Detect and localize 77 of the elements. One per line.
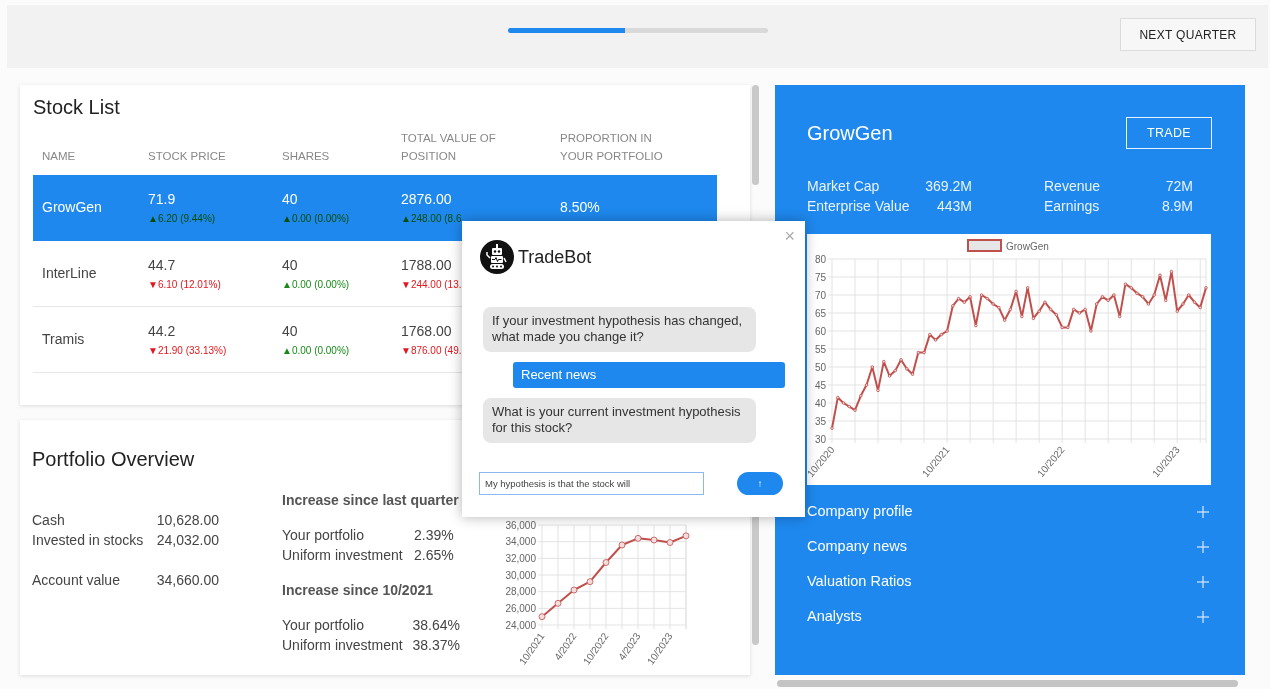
price-change: ▼21.90 (33.13%)	[148, 344, 227, 357]
increase-value: 38.37%	[412, 636, 460, 655]
stock-price: 44.2	[148, 322, 176, 340]
stock-name: InterLine	[42, 264, 97, 283]
balance-label: Cash	[32, 511, 65, 530]
stat-label: Market Cap	[807, 177, 881, 196]
stat-value: 72M	[1164, 177, 1193, 196]
axis-label: 28,000	[505, 586, 536, 598]
legend-label: GrowGen	[1006, 240, 1049, 252]
shares-change: ▲0.00 (0.00%)	[282, 212, 350, 225]
axis-label: 35	[814, 415, 826, 427]
axis-label: 80	[814, 253, 826, 265]
axis-label: 24,000	[505, 619, 536, 631]
axis-label: 50	[814, 361, 826, 373]
balance-label: Account value	[32, 571, 120, 590]
increase-value: 38.64%	[412, 616, 460, 635]
share-count: 40	[282, 190, 298, 208]
increase-label: Your portfolio	[282, 616, 365, 635]
price-change: ▼6.10 (12.01%)	[148, 278, 221, 291]
axis-label: 26,000	[505, 602, 536, 614]
card-title: Stock List	[33, 95, 120, 119]
value-change: ▼244.00 (13.	[401, 278, 462, 291]
increase-value: 2.39%	[414, 526, 454, 545]
card-title: Portfolio Overview	[32, 447, 195, 471]
axis-label: 30,000	[505, 569, 536, 581]
column-header: TOTAL VALUE OF POSITION	[401, 131, 497, 164]
chat-message: If your investment hypothesis has changed, what made you change it?	[483, 307, 756, 352]
chat-message: What is your current investment hypothesis for this stock?	[483, 398, 756, 443]
column-header: NAME	[42, 149, 76, 164]
stat-value: 8.9M	[1160, 197, 1193, 216]
stock-name: GrowGen	[42, 198, 102, 217]
axis-label: 45	[814, 379, 826, 391]
user-reply: Recent news	[513, 362, 785, 388]
section-heading: Increase since 10/2021	[282, 581, 433, 600]
chat-title: TradeBot	[518, 245, 592, 269]
stat-value: 369.2M	[924, 177, 972, 196]
position-value: 2876.00	[401, 190, 452, 208]
increase-label: Your portfolio	[282, 526, 365, 545]
balance-value: 34,660.00	[156, 571, 219, 590]
company-name: GrowGen	[807, 121, 893, 146]
increase-label: Uniform investment	[282, 546, 404, 565]
balance-value: 10,628.00	[156, 511, 219, 530]
portfolio-share: 8.50%	[560, 198, 600, 217]
axis-label: 32,000	[505, 552, 536, 564]
axis-label: 36,000	[505, 519, 536, 531]
stat-value: 443M	[935, 197, 972, 216]
price-change: ▲6.20 (9.44%)	[148, 212, 216, 225]
axis-label: 60	[814, 325, 826, 337]
position-value: 1768.00	[401, 322, 452, 340]
share-count: 40	[282, 256, 298, 274]
stock-price: 71.9	[148, 190, 176, 208]
axis-label: 30	[814, 433, 826, 445]
value-change: ▲248.00 (8.6	[401, 212, 462, 225]
axis-label: 40	[814, 397, 826, 409]
axis-label: 34,000	[505, 536, 536, 548]
balance-value: 24,032.00	[156, 531, 219, 550]
stat-label: Enterprise Value	[807, 197, 911, 216]
value-change: ▼876.00 (49.	[401, 344, 462, 357]
stat-label: Revenue	[1044, 177, 1102, 196]
increase-label: Uniform investment	[282, 636, 404, 655]
axis-label: 75	[814, 271, 826, 283]
balance-label: Invested in stocks	[32, 531, 144, 550]
shares-change: ▲0.00 (0.00%)	[282, 344, 350, 357]
stock-name: Tramis	[42, 330, 85, 349]
position-value: 1788.00	[401, 256, 452, 274]
column-header: STOCK PRICE	[148, 149, 226, 164]
axis-label: 65	[814, 307, 826, 319]
shares-change: ▲0.00 (0.00%)	[282, 278, 350, 291]
stat-label: Earnings	[1044, 197, 1101, 216]
share-count: 40	[282, 322, 298, 340]
stock-price: 44.7	[148, 256, 176, 274]
axis-label: 70	[814, 289, 826, 301]
increase-value: 2.65%	[414, 546, 454, 565]
section-heading: Increase since last quarter	[282, 491, 459, 510]
column-header: SHARES	[282, 149, 330, 164]
column-header: PROPORTION IN YOUR PORTFOLIO	[560, 131, 664, 164]
axis-label: 55	[814, 343, 826, 355]
